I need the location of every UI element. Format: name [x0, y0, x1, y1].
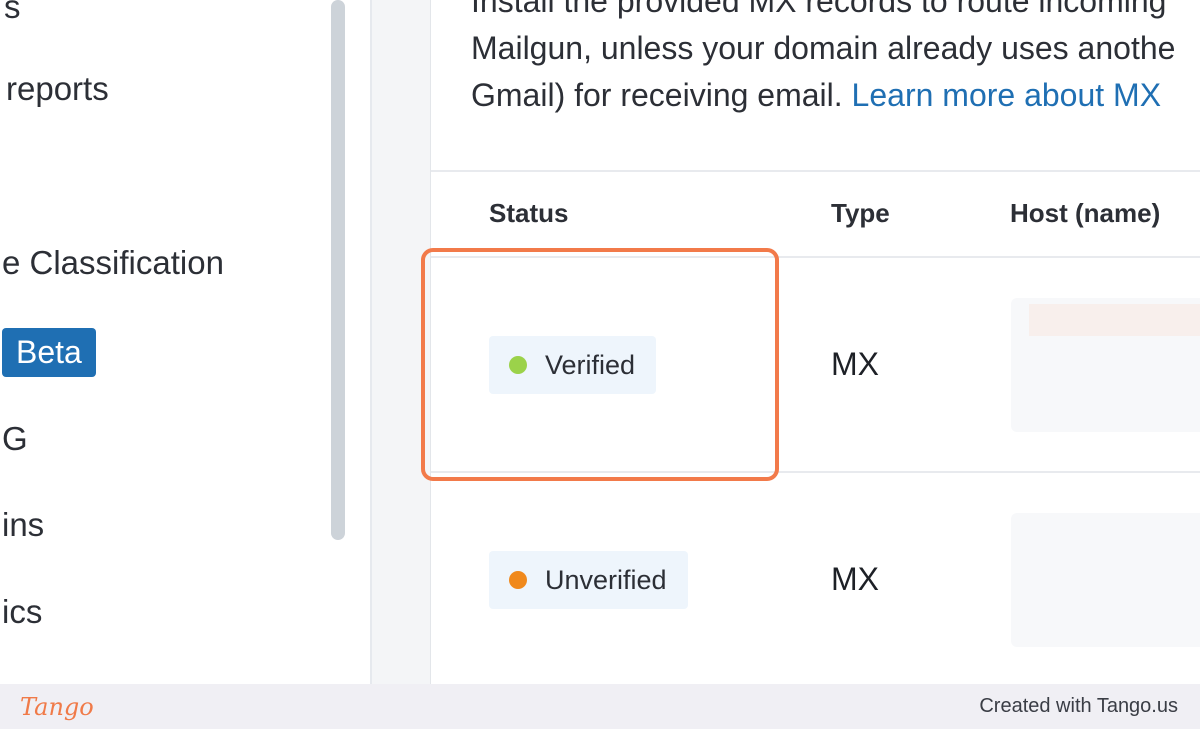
sidebar-item-classification[interactable]: e Classification	[2, 244, 224, 282]
sidebar-item-reports[interactable]: reports	[6, 70, 109, 108]
footer-credit[interactable]: Created with Tango.us	[979, 695, 1178, 718]
redacted-overlay	[1029, 304, 1200, 336]
column-header-type: Type	[831, 198, 890, 228]
tango-footer: Tango Created with Tango.us	[0, 684, 1200, 729]
description-line-2: Mailgun, unless your domain already uses…	[471, 30, 1176, 66]
record-type: MX	[831, 561, 879, 597]
sidebar: s reports e Classification Beta G ins ic…	[0, 0, 372, 684]
record-type: MX	[831, 346, 879, 382]
table-top-divider	[431, 170, 1200, 172]
description-line-3: Gmail) for receiving email. Learn more a…	[471, 72, 1200, 119]
host-value-redacted	[1011, 298, 1200, 432]
tango-logo[interactable]: Tango	[20, 693, 94, 721]
sidebar-item-top[interactable]: s	[4, 0, 21, 26]
step-highlight-box	[421, 248, 779, 481]
sidebar-scrollbar[interactable]	[331, 0, 345, 540]
sidebar-item-g[interactable]: G	[2, 420, 28, 458]
status-label: Unverified	[545, 564, 667, 595]
column-header-status: Status	[489, 198, 569, 228]
status-dot-icon	[509, 571, 527, 589]
sidebar-item-ics[interactable]: ics	[2, 593, 42, 631]
column-header-host: Host (name)	[1010, 198, 1161, 228]
mx-description: Install the provided MX records to route…	[471, 0, 1200, 119]
beta-badge: Beta	[2, 328, 96, 377]
learn-more-mx-link[interactable]: Learn more about MX	[852, 77, 1162, 113]
status-badge-unverified: Unverified	[489, 551, 688, 609]
description-line-1: Install the provided MX records to route…	[471, 0, 1167, 19]
host-value-redacted	[1011, 513, 1200, 647]
sidebar-item-ins[interactable]: ins	[2, 506, 44, 544]
description-line-3-text: Gmail) for receiving email.	[471, 77, 843, 113]
